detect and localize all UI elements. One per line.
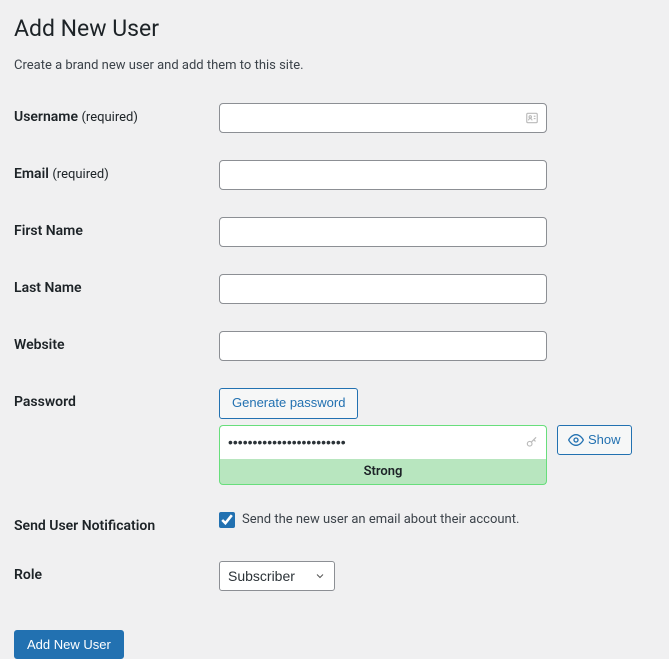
- password-key-icon: [525, 435, 539, 449]
- email-input[interactable]: [219, 160, 547, 190]
- add-new-user-button[interactable]: Add New User: [14, 630, 124, 659]
- last-name-input[interactable]: [219, 274, 547, 304]
- password-strength-meter: Strong: [219, 459, 547, 485]
- website-label: Website: [14, 331, 219, 353]
- username-label: Username (required): [14, 103, 219, 125]
- role-select[interactable]: Subscriber: [219, 561, 335, 591]
- first-name-label: First Name: [14, 217, 219, 239]
- show-password-button[interactable]: Show: [557, 425, 632, 455]
- show-button-label: Show: [588, 432, 621, 447]
- email-required: (required): [52, 167, 108, 182]
- contact-card-icon: [525, 111, 539, 125]
- password-label: Password: [14, 388, 219, 410]
- role-label: Role: [14, 561, 219, 583]
- username-input[interactable]: [219, 103, 547, 133]
- notification-checkbox-label: Send the new user an email about their a…: [242, 512, 519, 527]
- username-required: (required): [81, 110, 137, 125]
- page-title: Add New User: [14, 14, 655, 44]
- first-name-input[interactable]: [219, 217, 547, 247]
- last-name-label: Last Name: [14, 274, 219, 296]
- website-input[interactable]: [219, 331, 547, 361]
- username-label-text: Username: [14, 109, 78, 125]
- password-input[interactable]: [219, 425, 547, 459]
- notification-checkbox[interactable]: [219, 512, 235, 528]
- email-label-text: Email: [14, 166, 49, 182]
- generate-password-button[interactable]: Generate password: [219, 388, 358, 419]
- email-label: Email (required): [14, 160, 219, 182]
- page-subtitle: Create a brand new user and add them to …: [14, 58, 655, 73]
- eye-icon: [568, 432, 584, 448]
- notification-label: Send User Notification: [14, 512, 219, 534]
